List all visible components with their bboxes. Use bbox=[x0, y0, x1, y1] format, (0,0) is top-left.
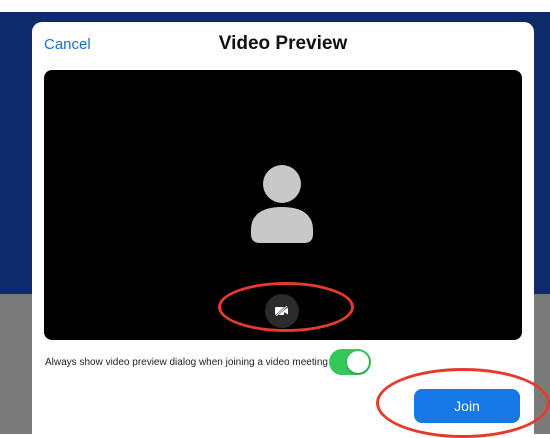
video-preview-area bbox=[44, 70, 522, 340]
person-silhouette-icon bbox=[251, 165, 313, 243]
toggle-knob bbox=[347, 351, 369, 373]
dialog-header: Cancel Video Preview bbox=[32, 22, 534, 68]
join-button[interactable]: Join bbox=[414, 389, 520, 423]
always-show-preview-setting: Always show video preview dialog when jo… bbox=[32, 347, 534, 377]
dialog-title: Video Preview bbox=[218, 33, 348, 54]
always-show-preview-toggle[interactable] bbox=[329, 349, 371, 375]
video-off-icon bbox=[275, 306, 288, 316]
always-show-preview-label: Always show video preview dialog when jo… bbox=[45, 357, 328, 368]
camera-toggle-button[interactable] bbox=[265, 294, 299, 328]
video-preview-dialog: Cancel Video Preview Always show video p… bbox=[32, 22, 534, 434]
